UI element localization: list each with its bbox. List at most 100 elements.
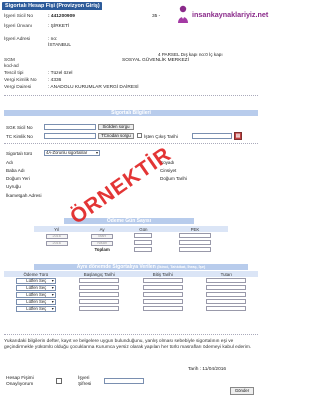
baslangic-input[interactable] — [79, 305, 120, 311]
header-label: Vergi Dairesi — [4, 85, 32, 90]
bitis-input[interactable] — [142, 277, 183, 283]
cikis-label: İşten Çıkış Tarihi — [144, 134, 178, 139]
header-row-sicil: İşyeri Sicil No : 441200909 35 - — [4, 14, 174, 21]
dogum-tarihi-label: Doğum Tarihi — [160, 176, 187, 181]
section-sigortali: Sigortalı Bilgileri — [4, 110, 258, 116]
tcnodan-sorgu-button[interactable]: TCnodan sorgu — [98, 133, 134, 139]
odeme-turu-select[interactable]: Lütfen Seç — [15, 291, 56, 298]
bitis-input[interactable] — [142, 284, 183, 290]
table-row: Lütfen Seç — [4, 298, 258, 305]
site-logo[interactable]: insankaynaklariyiz.net — [170, 2, 268, 28]
header-extra: 35 - — [152, 14, 161, 19]
header-label: kod-ad — [4, 64, 19, 69]
baslangic-input[interactable] — [79, 284, 120, 290]
baba-adi-label: Baba Adı — [6, 168, 25, 173]
section-sigorta-title: Aynı dönemde Sigortalıya Verilen — [76, 264, 156, 270]
turu-label: Sigortalı türü — [6, 151, 33, 156]
toplam-gun-input[interactable] — [134, 246, 153, 252]
sgk-label: SGK Sicil No — [6, 125, 33, 130]
header-value: : 441200909 — [48, 14, 75, 19]
header-row-vd: Vergi Dairesi : ANADOLU KURUMLAR VERGİ D… — [4, 85, 260, 92]
calendar-icon[interactable]: ▦ — [234, 132, 242, 140]
gun-table: Yıl Ay Gün PEK 2016 Mart 2016 Nisan Topl… — [34, 226, 228, 253]
logo-icon — [176, 4, 190, 24]
section-sigorta: Aynı dönemde Sigortalıya Verilen (İkinci… — [34, 264, 248, 270]
sgk-sicil-input[interactable] — [44, 124, 96, 130]
header-value: : ANADOLU KURUMLAR VERGİ DAİRESİ — [48, 85, 139, 90]
isyeri-sifre-input[interactable] — [104, 378, 144, 384]
header-extra: SOSYAL GÜVENLİK MERKEZİ — [122, 58, 189, 63]
sigortali-turu-select[interactable]: 4A-Zorunlu sigortalılar — [44, 150, 100, 156]
header-value: : no: — [48, 37, 58, 42]
odeme-turu-select[interactable]: Lütfen Seç — [15, 305, 56, 312]
header-row-unvan: İşyeri Ünvanı : ŞİRKETİ — [4, 24, 174, 31]
section-sigorta-subtitle: (İkinci, Tahkikat, İhraç, İşe) — [157, 265, 206, 269]
table-row-total: Toplam — [34, 246, 228, 253]
bitis-input[interactable] — [142, 305, 183, 311]
divider — [4, 142, 258, 144]
yil-cell: 2016 — [45, 240, 68, 246]
odeme-turu-select[interactable]: Lütfen Seç — [15, 284, 56, 291]
header-label: Tescil tipi — [4, 71, 24, 76]
tarih-label: Tarih — [188, 367, 199, 372]
tarih: Tarih : 11/04/2016 — [188, 367, 226, 372]
tutar-input[interactable] — [206, 277, 247, 283]
odeme-turu-select[interactable]: Lütfen Seç — [15, 298, 56, 305]
header-label: Vergi Kimlik No — [4, 78, 37, 83]
header-row-tescil: Tescil tipi : Tüzel özel — [4, 71, 204, 78]
sicilden-sorgu-button[interactable]: Sicilden sorgu — [98, 124, 134, 130]
header-label: SGM — [4, 58, 15, 63]
ikametgah-label: İkametgah Adresi — [6, 193, 42, 198]
divider — [4, 333, 258, 335]
header-label: İşyeri Sicil No — [4, 14, 34, 19]
cikis-tarihi-input[interactable] — [192, 133, 232, 139]
table-row: Lütfen Seç — [4, 305, 258, 312]
pek-input[interactable] — [178, 232, 211, 238]
bitis-input[interactable] — [142, 298, 183, 304]
ay-cell: Mart — [91, 233, 114, 239]
gonder-button[interactable]: Gönder — [230, 387, 254, 395]
table-row: 2016 Mart — [34, 232, 228, 239]
notice-text: Yukarıdaki bilgilerin defter, kayıt ve b… — [4, 339, 252, 350]
onay-checkbox[interactable] — [56, 378, 62, 384]
gun-input[interactable] — [134, 232, 153, 238]
tutar-input[interactable] — [206, 305, 247, 311]
isyeri-label-line2: Şifresi — [78, 382, 92, 387]
header-value: İSTANBUL — [48, 43, 72, 48]
adi-label: Adı — [6, 160, 13, 165]
header-value: : ŞİRKETİ — [48, 24, 70, 29]
tutar-input[interactable] — [206, 298, 247, 304]
form-tab: Sigortalı Hesap Fişi (Provizyon Giriş) — [2, 2, 102, 10]
table-row: Lütfen Seç — [4, 277, 258, 284]
header-label: İşyeri Ünvanı — [4, 24, 32, 29]
baslangic-input[interactable] — [79, 277, 120, 283]
header-row-kod: kod-ad — [4, 64, 104, 71]
baslangic-input[interactable] — [79, 298, 120, 304]
isyeri-sifre-label: İşyeri Şifresi — [78, 376, 91, 388]
header-label: İşyeri Adresi — [4, 37, 31, 42]
toplam-label: Toplam — [94, 247, 110, 252]
divider — [4, 94, 258, 96]
yil-cell: 2016 — [45, 233, 68, 239]
toplam-pek-input[interactable] — [178, 246, 211, 252]
logo-text: insankaynaklariyiz.net — [192, 10, 269, 19]
header-row-il: İSTANBUL — [4, 43, 260, 50]
tutar-input[interactable] — [206, 291, 247, 297]
baslangic-input[interactable] — [79, 291, 120, 297]
tc-kimlik-input[interactable] — [44, 133, 96, 139]
header-value: : 4336 — [48, 78, 62, 83]
dogum-yeri-label: Doğum Yeri — [6, 176, 30, 181]
header-value: : Tüzel özel — [48, 71, 73, 76]
odeme-turu-select[interactable]: Lütfen Seç — [15, 277, 56, 284]
hesap-onay-label: Hesap Fişimi Onaylıyorum — [6, 376, 34, 388]
table-row: 2016 Nisan — [34, 239, 228, 246]
bitis-input[interactable] — [142, 291, 183, 297]
header-adres-extra: 4 PARSEL Dış kapı no:0 İç kapı — [158, 52, 223, 57]
tc-label: TC Kimlik No — [6, 134, 33, 139]
table-row: Lütfen Seç — [4, 291, 258, 298]
pek-input[interactable] — [178, 239, 211, 245]
gun-input[interactable] — [134, 239, 153, 245]
tutar-input[interactable] — [206, 284, 247, 290]
cikis-checkbox[interactable] — [137, 133, 142, 138]
ay-cell: Nisan — [91, 240, 114, 246]
